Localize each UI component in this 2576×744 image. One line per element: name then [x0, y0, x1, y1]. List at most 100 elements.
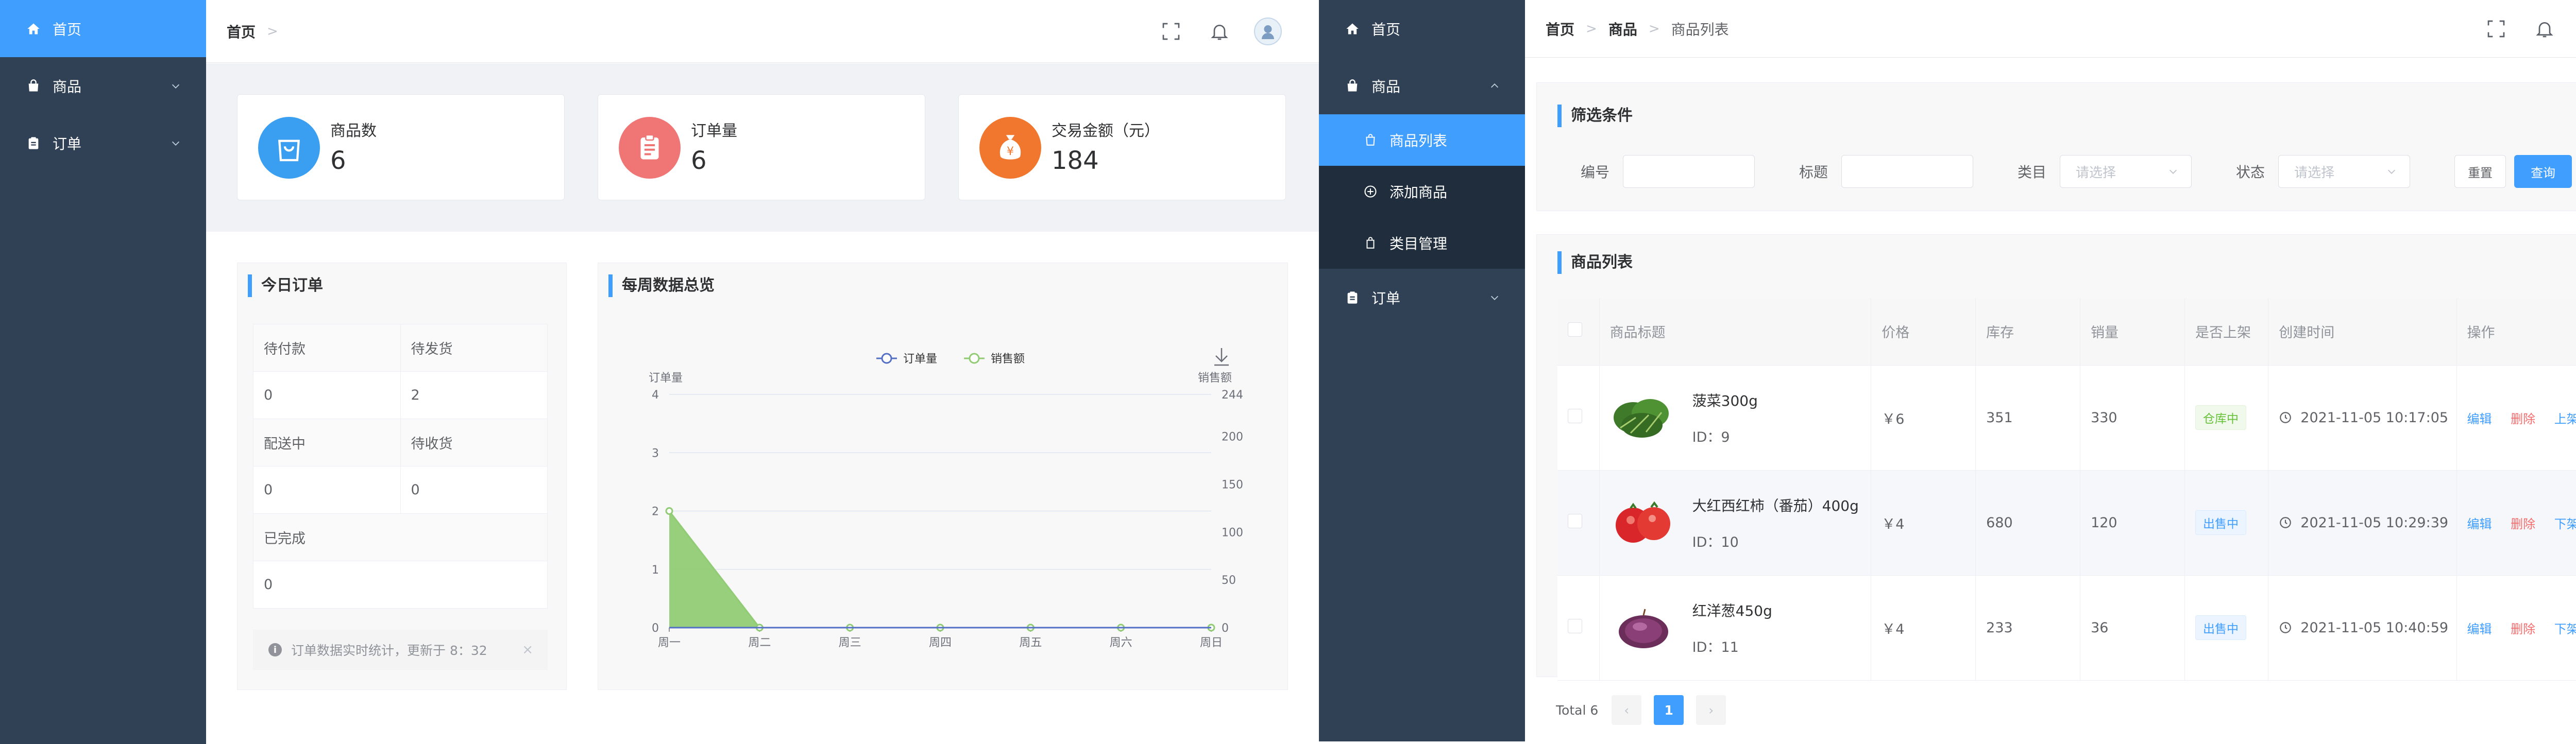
filter-category-label: 类目 [2018, 164, 2047, 181]
status-select[interactable]: 请选择 [2278, 155, 2411, 188]
sidebar-item-add-goods[interactable]: 添加商品 [1319, 166, 1525, 217]
legend-marker-sales [969, 353, 980, 364]
status-placeholder: 请选择 [2294, 165, 2335, 181]
spinach-image [1613, 399, 1669, 438]
delete-button[interactable]: 删除 [2511, 517, 2535, 531]
product-id: ID：10 [1692, 534, 1739, 550]
select-all-checkbox[interactable] [1568, 322, 1582, 337]
product-title[interactable]: 菠菜300g [1692, 390, 1758, 410]
column-header: 库存 [1975, 298, 2081, 366]
bell-icon[interactable] [2531, 15, 2558, 43]
price-cell: ￥4 [1871, 575, 1976, 681]
order-status-label: 待付款 [253, 324, 401, 372]
order-status-value: 0 [400, 466, 548, 514]
breadcrumb-home[interactable]: 首页 [227, 21, 256, 42]
top-header: 首页 > 商品 > 商品列表 [1525, 0, 2576, 58]
created-time: 2021-11-05 10:29:39 [2300, 514, 2449, 531]
product-title[interactable]: 大红西红柿（番茄）400g [1692, 495, 1859, 515]
money-bag-symbol: ¥ [1007, 145, 1014, 158]
sidebar: 首页 商品 订单 [0, 0, 206, 744]
sidebar-item-label: 首页 [1371, 21, 1401, 38]
edit-button[interactable]: 编辑 [2467, 412, 2492, 426]
goods-submenu: 商品列表 添加商品 类目管理 [1319, 114, 1525, 269]
sidebar-item-goods-list[interactable]: 商品列表 [1319, 114, 1525, 166]
product-cell: 红洋葱450g ID：11 [1599, 575, 1872, 681]
chevron-down-icon [172, 141, 180, 146]
y-tick-label: 1 [652, 564, 659, 577]
fullscreen-icon[interactable] [1157, 18, 1185, 45]
sidebar-item-orders[interactable]: 订单 [1319, 269, 1525, 326]
prev-page-button[interactable]: ‹ [1612, 695, 1642, 725]
row-checkbox[interactable] [1568, 618, 1582, 633]
edit-button[interactable]: 编辑 [2467, 517, 2492, 531]
sidebar-item-orders[interactable]: 订单 [0, 114, 206, 171]
row-checkbox[interactable] [1568, 513, 1582, 528]
legend-label: 销售额 [991, 353, 1025, 366]
avatar[interactable] [1254, 18, 1282, 45]
product-id: ID：11 [1692, 639, 1739, 655]
goods-table: 商品标题 价格 库存 销量 是否上架 创建时间 操作 菠菜300g ID：9 ￥… [1557, 298, 2576, 681]
y-right-tick-label: 244 [1222, 389, 1243, 402]
actions-cell: 编辑 删除 下架 [2456, 575, 2576, 681]
breadcrumb-goods[interactable]: 商品 [1608, 19, 1637, 39]
order-status-table: 待付款 待发货 0 2 配送中 待收货 0 0 已完成 0 [253, 324, 548, 609]
product-title[interactable]: 红洋葱450g [1692, 600, 1772, 620]
sidebar-item-category[interactable]: 类目管理 [1319, 217, 1525, 269]
page-1-button[interactable]: 1 [1654, 695, 1684, 725]
sidebar-item-goods[interactable]: 商品 [0, 57, 206, 114]
edit-button[interactable]: 编辑 [2467, 622, 2492, 636]
stock-cell: 680 [1975, 470, 2081, 576]
sales-cell: 330 [2080, 365, 2185, 471]
shopping-bag-icon [1363, 132, 1378, 148]
search-button[interactable]: 查询 [2514, 155, 2572, 188]
category-select[interactable]: 请选择 [2060, 155, 2192, 188]
order-status-value: 0 [253, 561, 548, 609]
table-header-row: 商品标题 价格 库存 销量 是否上架 创建时间 操作 [1557, 298, 2576, 366]
shelf-toggle-button[interactable]: 下架 [2554, 622, 2576, 636]
tomato-image [1615, 501, 1670, 543]
shelf-toggle-button[interactable]: 上架 [2554, 412, 2576, 426]
clipboard-icon [26, 135, 41, 151]
sidebar-item-label: 类目管理 [1389, 235, 1448, 252]
sidebar-item-label: 商品 [53, 78, 82, 95]
column-header: 是否上架 [2184, 298, 2269, 366]
filter-row: 编号 标题 类目 请选择 状态 请选择 重置 查询 [1581, 155, 2572, 188]
created-cell: 2021-11-05 10:17:05 [2268, 365, 2457, 471]
table-row: 菠菜300g ID：9 ￥6 351 330 仓库中 2021-11-05 10… [1557, 365, 2576, 471]
fullscreen-icon[interactable] [2482, 15, 2510, 43]
row-checkbox[interactable] [1568, 408, 1582, 423]
sidebar-item-goods[interactable]: 商品 [1319, 57, 1525, 114]
download-icon[interactable] [1214, 348, 1229, 366]
status-badge: 仓库中 [2195, 405, 2246, 430]
id-input[interactable] [1623, 155, 1755, 188]
next-page-button[interactable]: › [1696, 695, 1726, 725]
breadcrumb-separator: > [1648, 21, 1660, 37]
column-header: 销量 [2080, 298, 2185, 366]
stat-label: 交易金额（元） [1052, 122, 1160, 140]
x-tick-label: 周六 [1110, 636, 1132, 649]
stat-label: 商品数 [330, 122, 377, 140]
sidebar-item-label: 添加商品 [1389, 184, 1448, 201]
sidebar-item-label: 商品列表 [1389, 132, 1448, 149]
sidebar-item-home[interactable]: 首页 [1319, 0, 1525, 57]
chevron-down-icon [172, 84, 180, 89]
y-right-tick-label: 0 [1222, 622, 1229, 635]
bell-icon[interactable] [1206, 18, 1233, 45]
status-cell: 仓库中 [2184, 365, 2269, 471]
close-icon[interactable]: × [522, 642, 533, 658]
sidebar-item-home[interactable]: 首页 [0, 0, 206, 57]
created-cell: 2021-11-05 10:29:39 [2268, 470, 2457, 576]
created-time: 2021-11-05 10:17:05 [2300, 409, 2449, 426]
shelf-toggle-button[interactable]: 下架 [2554, 517, 2576, 531]
status-badge: 出售中 [2195, 510, 2246, 535]
row-select-cell [1557, 365, 1600, 471]
delete-button[interactable]: 删除 [2511, 412, 2535, 426]
delete-button[interactable]: 删除 [2511, 622, 2535, 636]
x-tick-label: 周四 [929, 636, 952, 649]
breadcrumb-home[interactable]: 首页 [1546, 19, 1574, 39]
pagination-total: Total 6 [1556, 702, 1599, 718]
reset-button[interactable]: 重置 [2454, 155, 2506, 188]
dashboard-screen: 首页 商品 订单 首页 > 商品数 6 订单量 6 ¥ 交易金额（元） 184 … [0, 0, 1319, 744]
order-status-value: 0 [253, 371, 401, 419]
title-input[interactable] [1841, 155, 1974, 188]
